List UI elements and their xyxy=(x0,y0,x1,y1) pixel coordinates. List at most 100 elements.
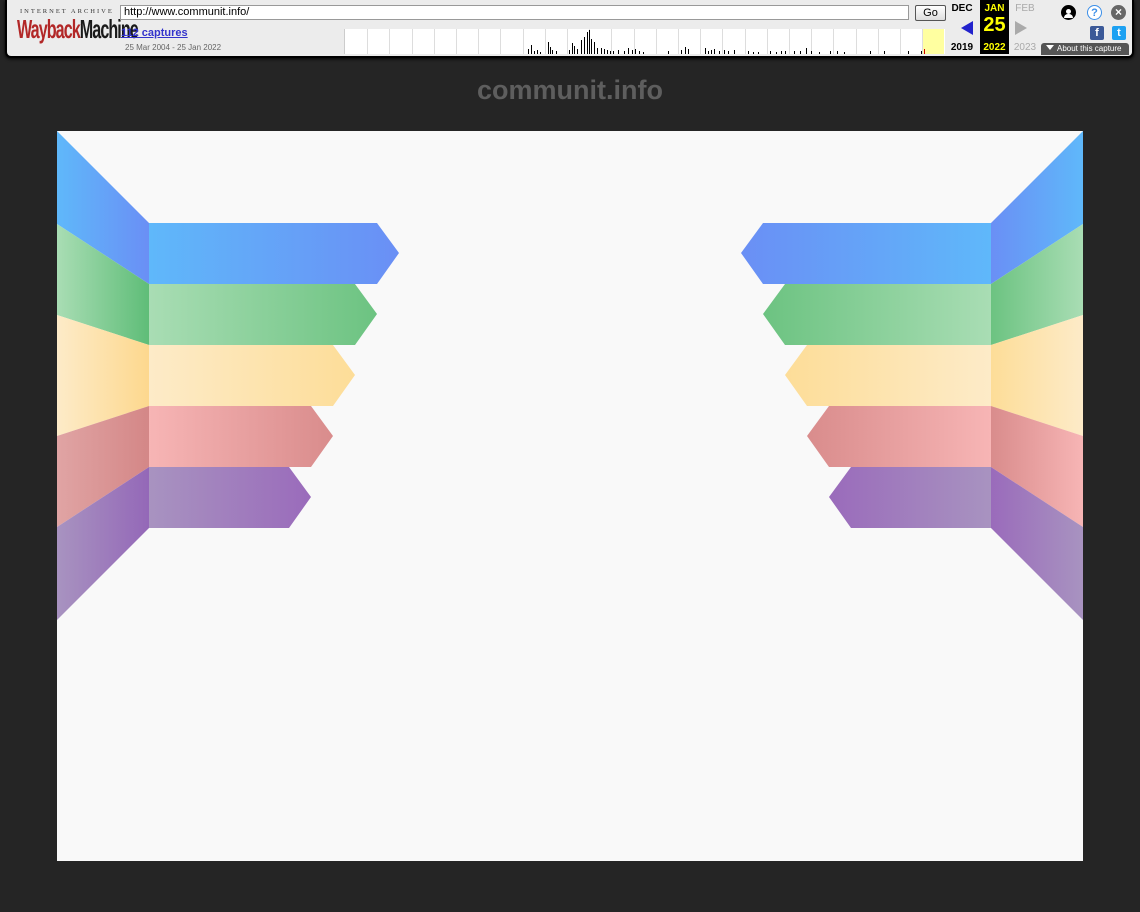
sparkline-year-divider xyxy=(478,29,480,54)
next-year-label: 2023 xyxy=(1013,42,1037,53)
sparkline-bar xyxy=(734,50,735,54)
sparkline-bar xyxy=(714,49,715,54)
sparkline-bar xyxy=(618,50,619,54)
sparkline-bar xyxy=(572,43,573,54)
sparkline-bar xyxy=(681,50,682,54)
page-canvas xyxy=(57,131,1083,861)
sparkline-bar xyxy=(753,52,754,54)
sparkline-year-divider xyxy=(744,29,746,54)
sparkline-bar xyxy=(811,51,812,54)
twitter-icon[interactable]: t xyxy=(1112,26,1126,40)
sparkline-year-divider xyxy=(655,29,657,54)
sparkline-bar xyxy=(844,52,845,54)
sparkline-year-divider xyxy=(367,29,369,54)
sparkline-bar xyxy=(688,49,689,54)
sparkline-year-divider xyxy=(766,29,768,54)
wayback-machine-logo[interactable]: INTERNET ARCHIVE WaybackMachine xyxy=(17,8,139,46)
sparkline-bar xyxy=(613,51,614,54)
captures-link[interactable]: 112 captures xyxy=(121,27,188,39)
sparkline-bar xyxy=(870,51,871,54)
prev-capture-arrow-icon[interactable] xyxy=(961,21,973,35)
sparkline-year-divider xyxy=(833,29,835,54)
sparkline-bar xyxy=(724,50,725,54)
sparkline-bar xyxy=(534,51,535,54)
ribbon-banner-graphic xyxy=(57,131,1083,620)
sparkline-current-capture xyxy=(924,49,925,54)
sparkline-year-divider xyxy=(678,29,679,54)
sparkline-bar xyxy=(635,49,636,54)
capture-date-range: 25 Mar 2004 - 25 Jan 2022 xyxy=(125,43,222,52)
page-title: communit.info xyxy=(477,75,663,105)
sparkline-year-divider xyxy=(433,29,435,54)
next-capture-arrow-icon xyxy=(1015,21,1027,35)
sparkline-bar xyxy=(604,49,605,54)
prev-year-label[interactable]: 2019 xyxy=(947,42,977,53)
help-icon[interactable]: ? xyxy=(1087,5,1102,20)
right-red-arrow xyxy=(807,406,991,467)
left-green-arrow xyxy=(149,284,377,345)
sparkline-year-divider xyxy=(389,29,391,54)
sparkline-bar xyxy=(548,42,549,54)
sparkline-year-divider xyxy=(700,29,702,54)
about-this-capture-button[interactable]: About this capture xyxy=(1041,43,1129,55)
sparkline-year-divider xyxy=(411,29,413,54)
sparkline-bar xyxy=(601,48,602,54)
url-input[interactable]: http://www.communit.info/ xyxy=(120,5,909,20)
prev-month-label[interactable]: DEC xyxy=(947,3,977,14)
sparkline-bar xyxy=(531,45,532,54)
sparkline-bar xyxy=(589,30,590,54)
sparkline-bar xyxy=(728,51,729,54)
sparkline-bar xyxy=(668,51,669,54)
sparkline-bar xyxy=(577,49,578,54)
logo-wayback-text: WaybackMachine xyxy=(17,14,139,44)
sparkline-bar xyxy=(806,48,807,54)
go-button[interactable]: Go xyxy=(915,5,946,21)
right-blue-arrow xyxy=(741,223,991,284)
sparkline-bar xyxy=(705,48,706,54)
user-icon[interactable] xyxy=(1061,5,1076,20)
sparkline-bar xyxy=(819,52,820,54)
close-icon[interactable]: × xyxy=(1111,5,1126,20)
caret-down-icon xyxy=(1046,45,1054,50)
right-ribbon-group xyxy=(741,131,1083,620)
sparkline-year-divider xyxy=(877,29,879,54)
sparkline-bar xyxy=(794,51,795,54)
right-yellow-arrow xyxy=(785,345,991,406)
left-red-arrow xyxy=(149,406,333,467)
sparkline-bar xyxy=(758,52,759,54)
sparkline-bar xyxy=(584,37,585,54)
sparkline-bar xyxy=(770,51,771,54)
left-ribbon-group xyxy=(57,131,399,620)
sparkline-bar xyxy=(591,39,592,54)
sparkline-year-divider xyxy=(544,29,546,54)
sparkline-bar xyxy=(719,51,720,54)
sparkline-bar xyxy=(624,51,625,54)
sparkline-year-divider xyxy=(500,29,502,54)
left-yellow-arrow xyxy=(149,345,355,406)
sparkline-bar xyxy=(785,51,786,54)
sparkline-bar xyxy=(552,50,553,54)
sparkline-bar xyxy=(632,50,633,54)
sparkline-current-year-highlight xyxy=(923,29,944,54)
sparkline-bar xyxy=(711,50,712,54)
right-green-arrow xyxy=(763,284,991,345)
current-day-label: 25 xyxy=(983,14,1006,36)
sparkline-bar xyxy=(781,51,782,54)
capture-sparkline[interactable] xyxy=(344,29,945,54)
sparkline-bar xyxy=(556,51,557,54)
about-this-capture-label: About this capture xyxy=(1057,44,1122,53)
sparkline-bar xyxy=(639,51,640,54)
sparkline-year-divider xyxy=(900,29,901,54)
sparkline-bar xyxy=(921,51,922,54)
sparkline-year-divider xyxy=(456,29,457,54)
sparkline-bar xyxy=(884,51,885,54)
sparkline-bar xyxy=(581,40,582,54)
sparkline-bar xyxy=(748,51,749,54)
sparkline-bar xyxy=(800,51,801,54)
sparkline-bar xyxy=(908,51,909,54)
sparkline-bar xyxy=(830,51,831,54)
facebook-icon[interactable]: f xyxy=(1090,26,1104,40)
sparkline-bar xyxy=(776,52,777,54)
current-year-label: 2022 xyxy=(983,42,1006,53)
current-month-label: JAN xyxy=(984,3,1005,14)
